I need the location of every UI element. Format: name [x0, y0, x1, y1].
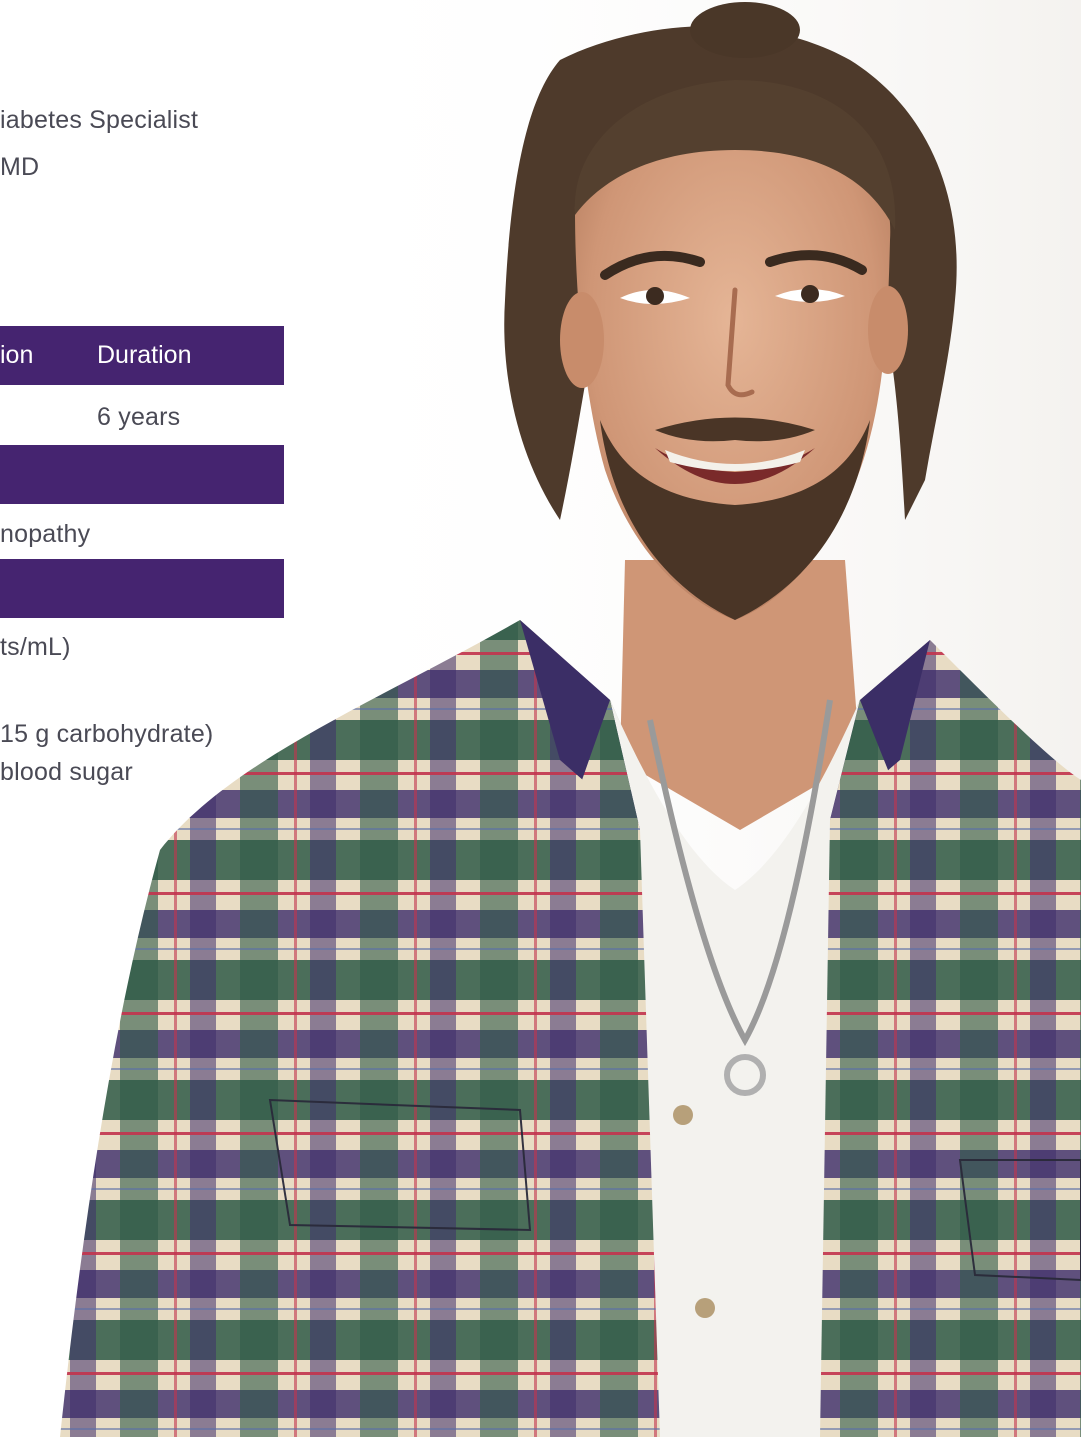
table-header-col1: ion	[0, 341, 34, 369]
table-cell-units: ts/mL)	[0, 633, 71, 661]
note-blood-sugar: blood sugar	[0, 758, 133, 786]
person-photo	[60, 0, 1081, 1437]
beard	[600, 420, 870, 620]
specialist-credential: MD	[0, 153, 40, 181]
hair-back	[504, 26, 957, 520]
table-header-band: ion Duration	[0, 326, 284, 385]
section-band-3	[0, 559, 284, 618]
table-header-duration: Duration	[97, 341, 192, 369]
section-band-2	[0, 445, 284, 504]
white-tshirt	[600, 700, 880, 1437]
table-cell-duration: 6 years	[97, 403, 181, 431]
note-carbohydrate: 15 g carbohydrate)	[0, 720, 214, 748]
face	[575, 120, 891, 620]
specialist-title: iabetes Specialist	[0, 106, 199, 134]
table-cell-condition: nopathy	[0, 520, 91, 548]
